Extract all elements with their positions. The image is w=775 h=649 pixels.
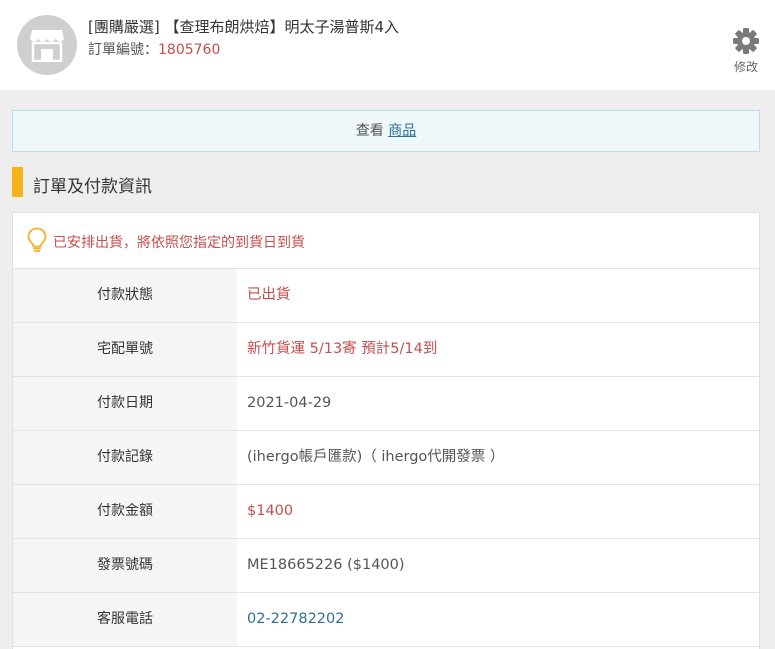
edit-button[interactable]: 修改 bbox=[726, 28, 766, 78]
row-label: 發票號碼 bbox=[13, 539, 237, 592]
shipping-notice: 已安排出貨，將依照您指定的到貨日到貨 bbox=[13, 213, 759, 269]
notice-text: 已安排出貨，將依照您指定的到貨日到貨 bbox=[53, 235, 305, 251]
order-info-card: 已安排出貨，將依照您指定的到貨日到貨 付款狀態 已出貨 宅配單號 新竹貨運 5/… bbox=[12, 212, 760, 649]
store-avatar bbox=[17, 15, 77, 75]
row-value: 已出貨 bbox=[247, 287, 291, 303]
view-prefix: 查看 bbox=[355, 123, 389, 139]
row-payment-status: 付款狀態 已出貨 bbox=[13, 269, 759, 323]
row-value: ME18665226 ($1400) bbox=[247, 557, 405, 573]
row-value: (ihergo帳戶匯款)（ ihergo代開發票 ） bbox=[247, 449, 505, 465]
gear-icon bbox=[733, 28, 759, 54]
row-value: $1400 bbox=[247, 503, 294, 519]
row-service-phone: 客服電話 02-22782202 bbox=[13, 593, 759, 647]
row-invoice-number: 發票號碼 ME18665226 ($1400) bbox=[13, 539, 759, 593]
row-tracking-number: 宅配單號 新竹貨運 5/13寄 預計5/14到 bbox=[13, 323, 759, 377]
order-number-label: 訂單編號： bbox=[88, 42, 158, 58]
store-icon bbox=[30, 30, 64, 62]
row-label: 客服電話 bbox=[13, 593, 237, 646]
order-header: [團購嚴選] 【查理布朗烘焙】明太子湯普斯4入 訂單編號：1805760 修改 bbox=[0, 0, 775, 90]
row-label: 付款記錄 bbox=[13, 431, 237, 484]
view-product-link[interactable]: 商品 bbox=[388, 123, 416, 139]
row-payment-amount: 付款金額 $1400 bbox=[13, 485, 759, 539]
row-label: 付款日期 bbox=[13, 377, 237, 430]
row-value: 新竹貨運 5/13寄 預計5/14到 bbox=[247, 341, 438, 357]
order-number: 1805760 bbox=[158, 42, 221, 58]
row-payment-date: 付款日期 2021-04-29 bbox=[13, 377, 759, 431]
row-label: 付款狀態 bbox=[13, 269, 237, 322]
row-label: 付款金額 bbox=[13, 485, 237, 538]
edit-label: 修改 bbox=[733, 60, 758, 74]
row-value: 2021-04-29 bbox=[247, 395, 332, 411]
section-accent-bar bbox=[12, 167, 23, 197]
row-payment-record: 付款記錄 (ihergo帳戶匯款)（ ihergo代開發票 ） bbox=[13, 431, 759, 485]
section-title: 訂單及付款資訊 bbox=[33, 177, 152, 197]
order-number-line: 訂單編號：1805760 bbox=[88, 39, 220, 59]
row-label: 宅配單號 bbox=[13, 323, 237, 376]
service-phone-link[interactable]: 02-22782202 bbox=[247, 593, 345, 646]
lightbulb-icon bbox=[27, 227, 47, 252]
product-title: [團購嚴選] 【查理布朗烘焙】明太子湯普斯4入 bbox=[88, 18, 400, 36]
view-product-bar: 查看 商品 bbox=[12, 110, 760, 152]
